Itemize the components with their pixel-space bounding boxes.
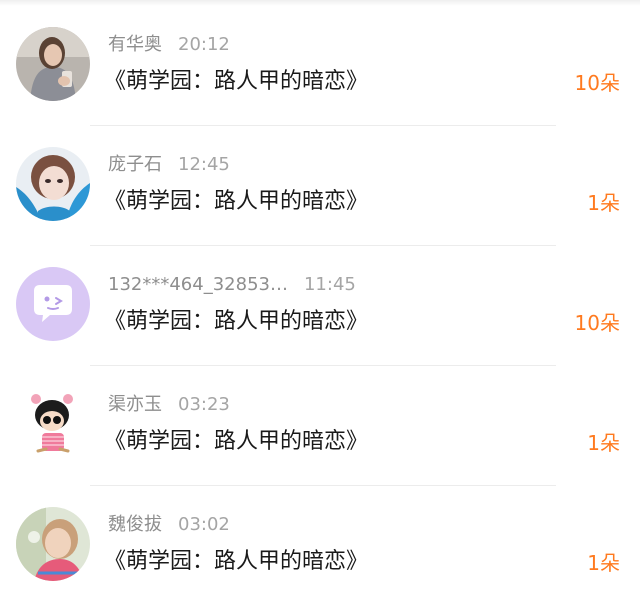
user-name[interactable]: 132***464_32853… [108, 274, 288, 295]
child-photo-avatar-icon[interactable] [16, 507, 90, 581]
book-title[interactable]: 《萌学园：路人甲的暗恋》 [104, 307, 368, 337]
list-item[interactable]: 有华奥 20:12 《萌学园：路人甲的暗恋》 10朵 [0, 6, 640, 126]
list-item[interactable]: 魏俊拔 03:02 《萌学园：路人甲的暗恋》 1朵 [0, 486, 640, 606]
record-meta: 132***464_32853… 11:45 [108, 273, 356, 297]
user-name[interactable]: 有华奥 [108, 34, 162, 55]
record-time: 12:45 [178, 154, 230, 175]
girl-blue-hair-avatar-icon[interactable] [16, 147, 90, 221]
gift-count: 1朵 [587, 431, 620, 455]
list-item[interactable]: 132***464_32853… 11:45 《萌学园：路人甲的暗恋》 10朵 [0, 246, 640, 366]
user-name[interactable]: 庞子石 [108, 154, 162, 175]
record-meta: 魏俊拔 03:02 [108, 513, 230, 537]
record-time: 11:45 [303, 274, 356, 295]
woman-photo-avatar-icon[interactable] [16, 27, 90, 101]
record-meta: 渠亦玉 03:23 [108, 393, 230, 417]
gift-count: 10朵 [574, 71, 620, 95]
gift-record-list: 有华奥 20:12 《萌学园：路人甲的暗恋》 10朵 庞子石 12:45 《萌学园：… [0, 6, 640, 606]
record-time: 20:12 [178, 34, 230, 55]
record-meta: 有华奥 20:12 [108, 33, 230, 57]
list-item[interactable]: 庞子石 12:45 《萌学园：路人甲的暗恋》 1朵 [0, 126, 640, 246]
list-item[interactable]: 渠亦玉 03:23 《萌学园：路人甲的暗恋》 1朵 [0, 366, 640, 486]
record-time: 03:02 [178, 514, 230, 535]
gift-count: 1朵 [587, 551, 620, 575]
book-title[interactable]: 《萌学园：路人甲的暗恋》 [104, 547, 368, 577]
gift-count: 10朵 [574, 311, 620, 335]
record-time: 03:23 [178, 394, 230, 415]
book-title[interactable]: 《萌学园：路人甲的暗恋》 [104, 427, 368, 457]
user-name[interactable]: 渠亦玉 [108, 394, 162, 415]
user-name[interactable]: 魏俊拔 [108, 514, 162, 535]
book-title[interactable]: 《萌学园：路人甲的暗恋》 [104, 187, 368, 217]
default-chat-bubble-avatar-icon[interactable] [16, 267, 90, 341]
cartoon-girl-avatar-icon[interactable] [16, 387, 90, 461]
book-title[interactable]: 《萌学园：路人甲的暗恋》 [104, 67, 368, 97]
record-meta: 庞子石 12:45 [108, 153, 230, 177]
gift-count: 1朵 [587, 191, 620, 215]
